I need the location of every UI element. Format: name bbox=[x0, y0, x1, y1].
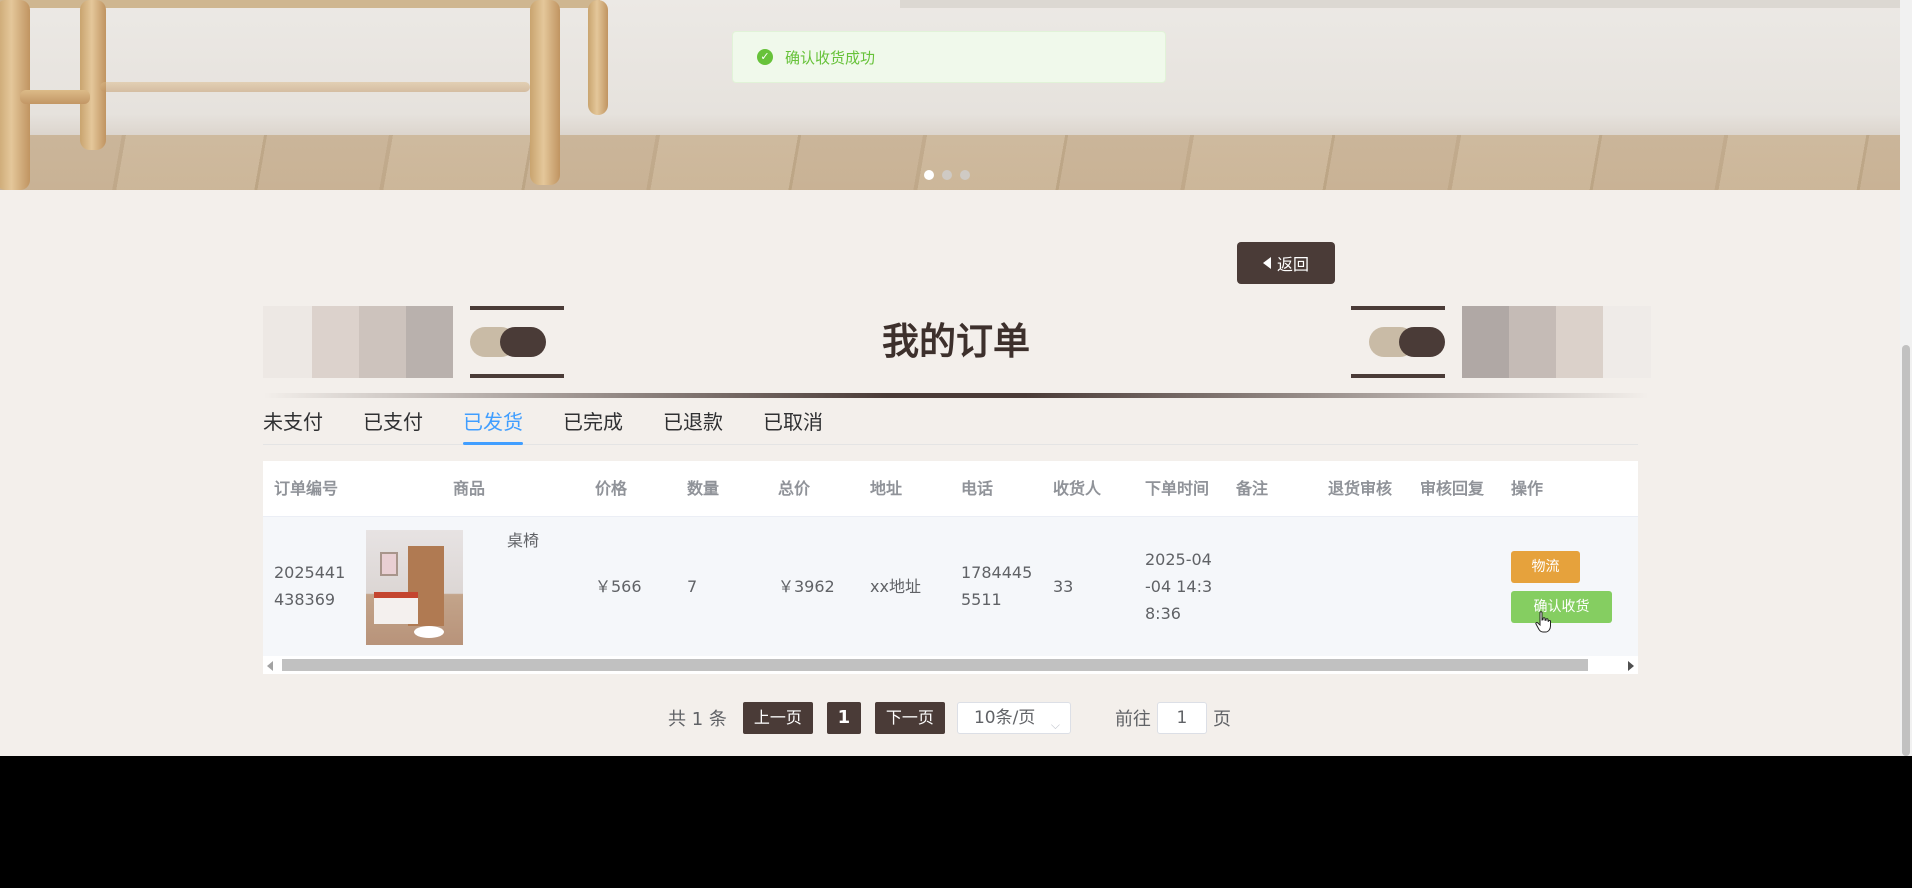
toast-message: 确认收货成功 bbox=[785, 48, 876, 67]
scroll-right-icon[interactable] bbox=[1628, 661, 1634, 671]
pagination-total: 共 1 条 bbox=[668, 709, 727, 730]
check-circle-icon: ✓ bbox=[757, 49, 773, 65]
table-row: 2025441 438369 桌椅 ￥566 7 ￥3962 xx地址 1784… bbox=[263, 516, 1638, 657]
logistics-button[interactable]: 物流 bbox=[1511, 551, 1580, 583]
hand-pointer-icon bbox=[1535, 611, 1551, 633]
goto-page-input[interactable] bbox=[1156, 702, 1207, 734]
back-button-label: 返回 bbox=[1276, 255, 1309, 274]
page-scrollbar-thumb[interactable] bbox=[1902, 345, 1910, 756]
back-button[interactable]: 返回 bbox=[1237, 242, 1335, 284]
banner-carousel[interactable] bbox=[0, 0, 1900, 190]
tab-refunded[interactable]: 已退款 bbox=[663, 404, 723, 444]
qty-cell: 7 bbox=[687, 577, 698, 596]
col-price: 价格 bbox=[595, 479, 628, 498]
col-receiver: 收货人 bbox=[1053, 479, 1102, 498]
tab-cancelled[interactable]: 已取消 bbox=[763, 404, 823, 444]
title-underline bbox=[263, 393, 1649, 398]
col-qty: 数量 bbox=[687, 479, 720, 498]
prev-page-button[interactable]: 上一页 bbox=[742, 702, 813, 734]
phone-cell: 1784445 5511 bbox=[961, 563, 1033, 609]
title-decoration-left bbox=[263, 306, 564, 378]
col-phone: 电话 bbox=[961, 479, 994, 498]
pagination: 共 1 条 上一页 1 下一页 10条/页 ⌵ 前往 页 bbox=[668, 701, 1231, 735]
carousel-dots bbox=[924, 170, 970, 180]
order-status-tabs: 未支付 已支付 已发货 已完成 已退款 已取消 bbox=[263, 404, 1638, 445]
tab-shipped[interactable]: 已发货 bbox=[463, 404, 523, 445]
goto-label: 前往 bbox=[1114, 709, 1151, 730]
col-return-review: 退货审核 bbox=[1328, 479, 1393, 498]
next-page-button[interactable]: 下一页 bbox=[874, 702, 945, 734]
tab-unpaid[interactable]: 未支付 bbox=[263, 404, 323, 444]
page-unit-label: 页 bbox=[1212, 709, 1231, 730]
chevron-down-icon: ⌵ bbox=[1050, 718, 1060, 732]
orders-table: 订单编号 商品 价格 数量 总价 地址 电话 收货人 下单时间 备注 退货审核 … bbox=[263, 461, 1638, 674]
order-time-cell: 2025-04 -04 14:3 8:36 bbox=[1145, 550, 1213, 623]
carousel-dot-1[interactable] bbox=[924, 170, 934, 180]
col-review-reply: 审核回复 bbox=[1420, 479, 1485, 498]
table-header: 订单编号 商品 价格 数量 总价 地址 电话 收货人 下单时间 备注 退货审核 … bbox=[263, 461, 1638, 516]
product-image bbox=[366, 530, 463, 645]
total-cell: ￥3962 bbox=[778, 577, 835, 596]
page-vertical-scrollbar[interactable] bbox=[1900, 0, 1912, 756]
success-toast: ✓ 确认收货成功 bbox=[732, 31, 1166, 83]
tab-paid[interactable]: 已支付 bbox=[363, 404, 423, 444]
col-actions: 操作 bbox=[1511, 479, 1544, 498]
carousel-dot-3[interactable] bbox=[960, 170, 970, 180]
col-address: 地址 bbox=[870, 479, 903, 498]
page: ✓ 确认收货成功 返回 我的订单 未支付 已支付 已发货 已完成 已退款 已取消… bbox=[0, 0, 1900, 756]
col-product: 商品 bbox=[453, 479, 486, 498]
tab-completed[interactable]: 已完成 bbox=[563, 404, 623, 444]
col-remark: 备注 bbox=[1236, 479, 1269, 498]
col-order-no: 订单编号 bbox=[274, 479, 339, 498]
confirm-receipt-button[interactable]: 确认收货 bbox=[1511, 591, 1612, 623]
address-cell: xx地址 bbox=[870, 577, 921, 596]
table-horizontal-scrollbar[interactable] bbox=[263, 656, 1638, 674]
page-title: 我的订单 bbox=[882, 320, 1030, 363]
order-no-cell: 2025441 438369 bbox=[274, 563, 346, 609]
caret-left-icon bbox=[1262, 257, 1271, 269]
col-order-time: 下单时间 bbox=[1145, 479, 1210, 498]
product-name: 桌椅 bbox=[507, 531, 540, 550]
page-number-current[interactable]: 1 bbox=[826, 702, 861, 734]
price-cell: ￥566 bbox=[595, 577, 642, 596]
title-decoration-right bbox=[1351, 306, 1651, 378]
scrollbar-thumb[interactable] bbox=[282, 659, 1588, 671]
carousel-dot-2[interactable] bbox=[942, 170, 952, 180]
scroll-left-icon[interactable] bbox=[267, 661, 273, 671]
chair-image bbox=[0, 0, 610, 190]
page-size-select[interactable]: 10条/页 ⌵ bbox=[956, 702, 1071, 734]
receiver-cell: 33 bbox=[1053, 577, 1074, 596]
wall-strip bbox=[900, 0, 1900, 8]
col-total: 总价 bbox=[778, 479, 811, 498]
